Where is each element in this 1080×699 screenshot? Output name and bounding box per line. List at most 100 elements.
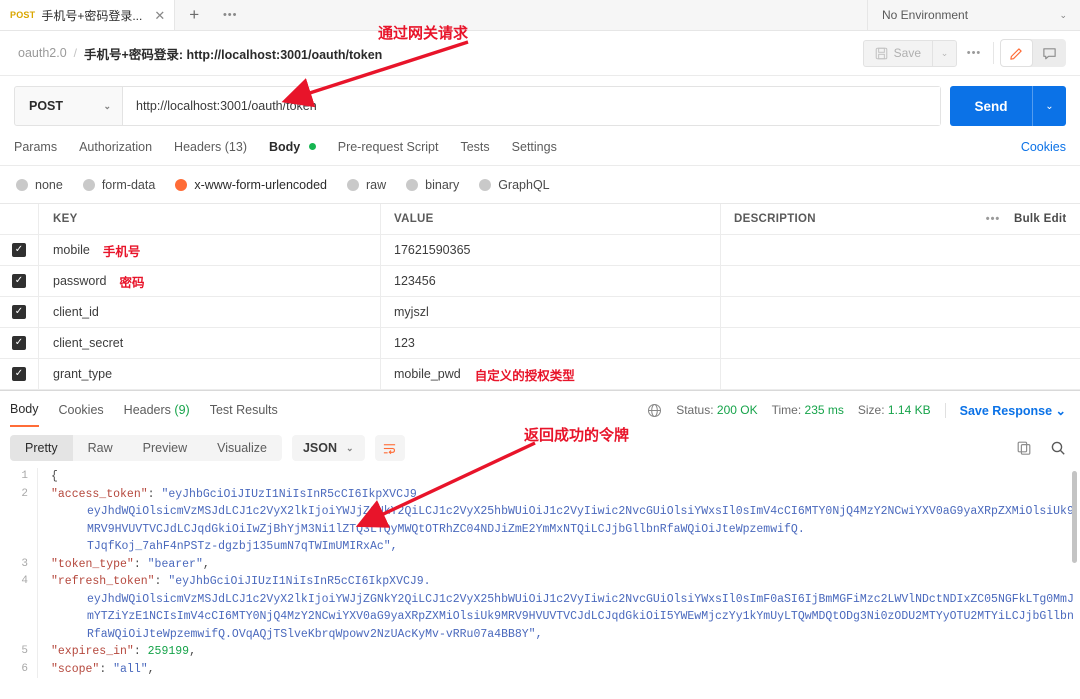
- row-checkbox[interactable]: ✓: [0, 336, 38, 350]
- response-scrollbar[interactable]: [1072, 471, 1077, 563]
- save-options-caret-icon[interactable]: ⌄: [932, 39, 957, 67]
- header-description-cell: DESCRIPTION: [720, 204, 972, 234]
- row-key-cell[interactable]: password 密码: [38, 266, 380, 296]
- tab-body[interactable]: Body: [269, 140, 316, 165]
- response-tab-headers[interactable]: Headers (9): [124, 403, 190, 426]
- row-value-cell[interactable]: 123: [380, 328, 720, 358]
- row-key-cell[interactable]: client_id: [38, 297, 380, 327]
- body-type-urlencoded[interactable]: x-www-form-urlencoded: [175, 178, 327, 192]
- request-tab[interactable]: POST 手机号+密码登录... ✕: [0, 0, 176, 30]
- breadcrumb-collection[interactable]: oauth2.0: [18, 46, 67, 60]
- url-input[interactable]: http://localhost:3001/oauth/token: [123, 87, 940, 125]
- wrap-lines-button[interactable]: [374, 435, 405, 461]
- row-key-cell[interactable]: mobile 手机号: [38, 235, 380, 265]
- row-value-cell[interactable]: 123456: [380, 266, 720, 296]
- table-row[interactable]: ✓ mobile 手机号 17621590365: [0, 235, 1080, 266]
- body-type-form-data[interactable]: form-data: [82, 178, 156, 192]
- row-checkbox[interactable]: ✓: [0, 305, 38, 319]
- comment-button[interactable]: [1033, 39, 1066, 67]
- table-row[interactable]: ✓ client_id myjszl: [0, 297, 1080, 328]
- view-mode-pretty[interactable]: Pretty: [10, 435, 73, 461]
- json-line-number: 5: [0, 643, 38, 661]
- tab-authorization[interactable]: Authorization: [79, 140, 152, 165]
- view-mode-preview[interactable]: Preview: [128, 435, 202, 461]
- new-tab-plus-icon[interactable]: +: [175, 0, 213, 30]
- response-body-json[interactable]: 1{2 "access_token": "eyJhbGciOiJIUzI1NiIs…: [0, 468, 1080, 680]
- breadcrumb-actions: Save ⌄ •••: [862, 39, 1066, 67]
- response-format-select[interactable]: JSON ⌄: [291, 435, 365, 461]
- bulk-edit-link[interactable]: Bulk Edit: [1014, 213, 1080, 225]
- edit-button[interactable]: [1000, 39, 1033, 67]
- row-description-cell[interactable]: [720, 266, 972, 296]
- body-type-form-data-label: form-data: [101, 178, 156, 192]
- table-row[interactable]: ✓ client_secret 123: [0, 328, 1080, 359]
- view-mode-raw[interactable]: Raw: [73, 435, 128, 461]
- send-button[interactable]: Send: [950, 86, 1032, 126]
- body-type-urlencoded-label: x-www-form-urlencoded: [194, 178, 327, 192]
- response-tab-body[interactable]: Body: [10, 402, 39, 427]
- response-tab-cookies[interactable]: Cookies: [59, 403, 104, 426]
- row-value-cell[interactable]: mobile_pwd 自定义的授权类型: [380, 359, 720, 389]
- save-response-button[interactable]: Save Response ⌄: [960, 403, 1066, 418]
- row-key-cell[interactable]: client_secret: [38, 328, 380, 358]
- row-description-cell[interactable]: [720, 328, 972, 358]
- body-type-raw[interactable]: raw: [347, 178, 386, 192]
- http-method-select[interactable]: POST ⌄: [15, 87, 123, 125]
- body-type-binary[interactable]: binary: [406, 178, 459, 192]
- view-toggle-group: [1000, 39, 1066, 67]
- chevron-down-icon: ⌄: [103, 100, 111, 111]
- json-line-number: 2: [0, 485, 38, 503]
- table-options-dots-icon[interactable]: •••: [972, 213, 1014, 225]
- body-type-raw-label: raw: [366, 178, 387, 192]
- body-type-none[interactable]: none: [16, 178, 63, 192]
- view-mode-group: Pretty Raw Preview Visualize: [10, 435, 282, 461]
- tab-tests[interactable]: Tests: [460, 140, 489, 165]
- row-value-cell[interactable]: 17621590365: [380, 235, 720, 265]
- row-value-value: mobile_pwd: [394, 367, 461, 381]
- table-row[interactable]: ✓ grant_type mobile_pwd 自定义的授权类型: [0, 359, 1080, 390]
- status-divider: [944, 402, 946, 418]
- tab-headers[interactable]: Headers (13): [174, 140, 247, 165]
- response-tab-test-results[interactable]: Test Results: [210, 403, 278, 426]
- tab-settings[interactable]: Settings: [512, 140, 557, 165]
- json-token: "token_type": [51, 557, 134, 571]
- size-value: 1.14 KB: [887, 403, 931, 417]
- row-checkbox[interactable]: ✓: [0, 243, 38, 257]
- save-button[interactable]: Save: [862, 39, 932, 67]
- row-checkbox[interactable]: ✓: [0, 367, 38, 381]
- row-checkbox[interactable]: ✓: [0, 274, 38, 288]
- json-token: TJqfKoj_7ahF4nPSTz-dgzbj135umN7qTWImUMIR…: [87, 540, 398, 553]
- search-icon[interactable]: [1050, 440, 1066, 456]
- url-input-value: http://localhost:3001/oauth/token: [136, 99, 317, 113]
- environment-selector[interactable]: No Environment ⌄: [867, 0, 1080, 30]
- send-options-caret-icon[interactable]: ⌄: [1032, 86, 1066, 126]
- body-type-graphql[interactable]: GraphQL: [479, 178, 550, 192]
- json-line-text: "token_type": "bearer",: [38, 556, 210, 574]
- row-description-cell[interactable]: [720, 235, 972, 265]
- tab-options-dots-icon[interactable]: •••: [213, 0, 247, 30]
- table-row[interactable]: ✓ password 密码 123456: [0, 266, 1080, 297]
- row-description-cell[interactable]: [720, 359, 972, 389]
- json-token: 259199: [147, 645, 190, 658]
- cookies-link[interactable]: Cookies: [1021, 140, 1066, 165]
- close-icon[interactable]: ✕: [154, 9, 165, 22]
- globe-icon: [648, 403, 662, 417]
- tab-params[interactable]: Params: [14, 140, 57, 165]
- row-description-cell[interactable]: [720, 297, 972, 327]
- json-line-number: [0, 590, 38, 643]
- more-actions-dots-icon[interactable]: •••: [957, 47, 991, 59]
- json-line: 1{: [0, 468, 1080, 486]
- body-type-radios: none form-data x-www-form-urlencoded raw…: [0, 166, 1080, 203]
- view-mode-visualize[interactable]: Visualize: [202, 435, 282, 461]
- pencil-icon: [1010, 47, 1022, 60]
- radio-icon: [82, 179, 95, 191]
- row-key-cell[interactable]: grant_type: [38, 359, 380, 389]
- row-key-value: grant_type: [53, 367, 113, 381]
- json-line: 5 "expires_in": 259199,: [0, 643, 1080, 661]
- row-value-cell[interactable]: myjszl: [380, 297, 720, 327]
- json-line-text: "refresh_token": "eyJhbGciOiJIUzI1NiIsIn…: [38, 573, 431, 591]
- tab-pre-request-script[interactable]: Pre-request Script: [338, 140, 439, 165]
- copy-icon[interactable]: [1016, 440, 1032, 456]
- json-line-text: "scope": "all",: [38, 661, 155, 679]
- json-token: :: [154, 575, 169, 588]
